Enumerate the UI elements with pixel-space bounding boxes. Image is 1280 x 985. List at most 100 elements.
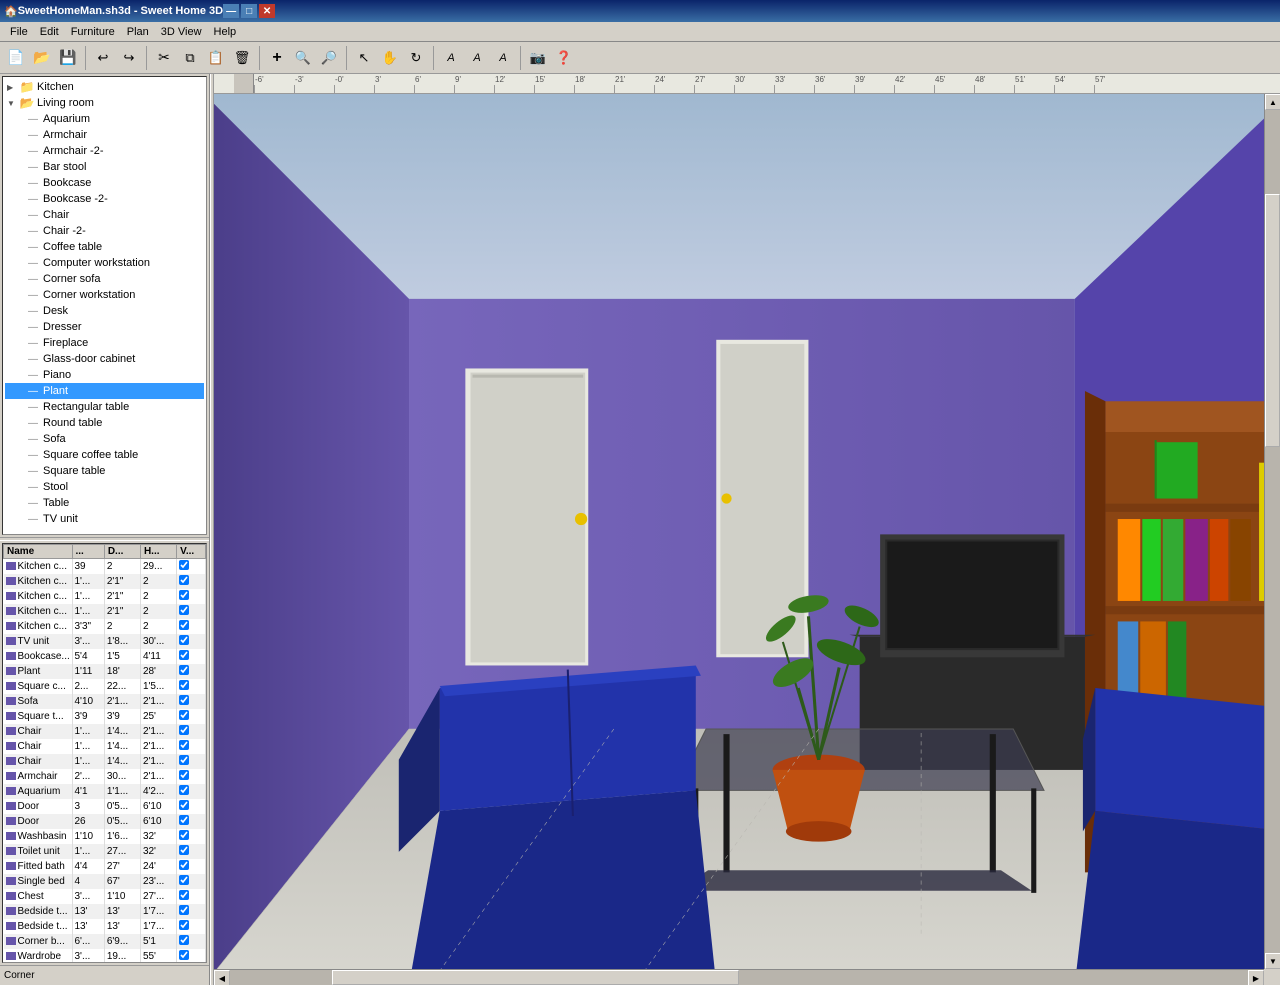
- menu-edit[interactable]: Edit: [34, 24, 65, 40]
- tree-item-dresser[interactable]: — Dresser: [5, 319, 204, 335]
- furniture-table[interactable]: Name ... D... H... V... Kitchen c...3922…: [2, 543, 207, 963]
- table-row[interactable]: Square c...2...22...1'5...: [4, 679, 206, 694]
- col-header-name[interactable]: Name: [4, 545, 73, 559]
- table-row[interactable]: Bookcase...5'41'54'11: [4, 649, 206, 664]
- tree-item-living-room[interactable]: ▼ 📂 Living room: [5, 95, 204, 111]
- col-header-height[interactable]: H...: [140, 545, 176, 559]
- close-button[interactable]: ✕: [259, 4, 275, 18]
- visible-checkbox[interactable]: [179, 815, 189, 825]
- toolbar-redo[interactable]: ↪: [117, 46, 141, 70]
- toolbar-copy[interactable]: ⧉: [178, 46, 202, 70]
- maximize-button[interactable]: □: [241, 4, 257, 18]
- toolbar-rotate[interactable]: ↻: [404, 46, 428, 70]
- tree-item-aquarium[interactable]: — Aquarium: [5, 111, 204, 127]
- visible-checkbox[interactable]: [179, 560, 189, 570]
- table-row[interactable]: Sofa4'102'1...2'1...: [4, 694, 206, 709]
- visible-checkbox[interactable]: [179, 695, 189, 705]
- visible-checkbox[interactable]: [179, 950, 189, 960]
- table-row[interactable]: Door30'5...6'10: [4, 799, 206, 814]
- tree-item-coffeetable[interactable]: — Coffee table: [5, 239, 204, 255]
- table-row[interactable]: Chair1'...1'4...2'1...: [4, 754, 206, 769]
- table-row[interactable]: Kitchen c...1'...2'1"2: [4, 574, 206, 589]
- visible-checkbox[interactable]: [179, 740, 189, 750]
- visible-checkbox[interactable]: [179, 875, 189, 885]
- visible-checkbox[interactable]: [179, 755, 189, 765]
- visible-checkbox[interactable]: [179, 725, 189, 735]
- table-row[interactable]: Corner b...6'...6'9...5'1: [4, 934, 206, 949]
- tree-item-kitchen[interactable]: ▶ 📁 Kitchen: [5, 79, 204, 95]
- visible-checkbox[interactable]: [179, 800, 189, 810]
- table-row[interactable]: Chair1'...1'4...2'1...: [4, 739, 206, 754]
- table-row[interactable]: Kitchen c...1'...2'1"2: [4, 589, 206, 604]
- scroll-thumb-v[interactable]: [1265, 194, 1280, 447]
- visible-checkbox[interactable]: [179, 890, 189, 900]
- table-row[interactable]: Armchair2'...30...2'1...: [4, 769, 206, 784]
- tree-item-armchair2[interactable]: — Armchair -2-: [5, 143, 204, 159]
- table-row[interactable]: Bedside t...13'13'1'7...: [4, 904, 206, 919]
- 3d-view[interactable]: ▲ ▼ ◀ ▶: [214, 94, 1280, 985]
- table-row[interactable]: Kitchen c...39229...: [4, 559, 206, 574]
- visible-checkbox[interactable]: [179, 575, 189, 585]
- visible-checkbox[interactable]: [179, 650, 189, 660]
- visible-checkbox[interactable]: [179, 680, 189, 690]
- table-row[interactable]: Kitchen c...1'...2'1"2: [4, 604, 206, 619]
- toolbar-paste[interactable]: 📋: [204, 46, 228, 70]
- toolbar-save[interactable]: 💾: [56, 46, 80, 70]
- visible-checkbox[interactable]: [179, 830, 189, 840]
- visible-checkbox[interactable]: [179, 935, 189, 945]
- tree-item-cornerworkstation[interactable]: — Corner workstation: [5, 287, 204, 303]
- toolbar-pan[interactable]: ✋: [378, 46, 402, 70]
- vertical-scrollbar[interactable]: ▲ ▼: [1264, 94, 1280, 969]
- visible-checkbox[interactable]: [179, 845, 189, 855]
- table-row[interactable]: Aquarium4'11'1...4'2...: [4, 784, 206, 799]
- menu-file[interactable]: File: [4, 24, 34, 40]
- tree-item-computerworkstation[interactable]: — Computer workstation: [5, 255, 204, 271]
- visible-checkbox[interactable]: [179, 710, 189, 720]
- tree-item-roundtable[interactable]: — Round table: [5, 415, 204, 431]
- table-row[interactable]: Door260'5...6'10: [4, 814, 206, 829]
- menu-furniture[interactable]: Furniture: [65, 24, 121, 40]
- table-row[interactable]: Square t...3'93'925': [4, 709, 206, 724]
- tree-item-squarecoffee[interactable]: — Square coffee table: [5, 447, 204, 463]
- table-row[interactable]: Fitted bath4'427'24': [4, 859, 206, 874]
- col-header-visible[interactable]: V...: [177, 545, 206, 559]
- tree-item-bookcase2[interactable]: — Bookcase -2-: [5, 191, 204, 207]
- tree-item-tvunit[interactable]: — TV unit: [5, 511, 204, 527]
- menu-help[interactable]: Help: [208, 24, 243, 40]
- scroll-track-v[interactable]: [1265, 110, 1280, 953]
- toolbar-undo[interactable]: ↩: [91, 46, 115, 70]
- tree-item-recttable[interactable]: — Rectangular table: [5, 399, 204, 415]
- visible-checkbox[interactable]: [179, 785, 189, 795]
- toolbar-zoom-in[interactable]: 🔍: [291, 46, 315, 70]
- scroll-thumb-h[interactable]: [332, 970, 739, 985]
- tree-item-chair2[interactable]: — Chair -2-: [5, 223, 204, 239]
- horizontal-scrollbar[interactable]: ◀ ▶: [214, 969, 1264, 985]
- minimize-button[interactable]: —: [223, 4, 239, 18]
- toolbar-label2[interactable]: A: [465, 46, 489, 70]
- tree-item-table[interactable]: — Table: [5, 495, 204, 511]
- tree-item-fireplace[interactable]: — Fireplace: [5, 335, 204, 351]
- visible-checkbox[interactable]: [179, 635, 189, 645]
- toolbar-camera[interactable]: 📷: [526, 46, 550, 70]
- visible-checkbox[interactable]: [179, 920, 189, 930]
- table-row[interactable]: Chest3'...1'1027'...: [4, 889, 206, 904]
- visible-checkbox[interactable]: [179, 905, 189, 915]
- toolbar-open[interactable]: 📂: [30, 46, 54, 70]
- visible-checkbox[interactable]: [179, 665, 189, 675]
- tree-item-glassdoor[interactable]: — Glass-door cabinet: [5, 351, 204, 367]
- scroll-left-button[interactable]: ◀: [214, 970, 230, 985]
- tree-item-armchair[interactable]: — Armchair: [5, 127, 204, 143]
- tree-item-sofa[interactable]: — Sofa: [5, 431, 204, 447]
- table-row[interactable]: Wardrobe3'...19...55': [4, 949, 206, 964]
- furniture-tree[interactable]: ▶ 📁 Kitchen ▼ 📂 Living room — Aquarium —…: [2, 76, 207, 535]
- visible-checkbox[interactable]: [179, 605, 189, 615]
- scroll-track-h[interactable]: [230, 970, 1248, 985]
- table-row[interactable]: Kitchen c...3'3"22: [4, 619, 206, 634]
- col-header-width[interactable]: ...: [72, 545, 104, 559]
- col-header-depth[interactable]: D...: [104, 545, 140, 559]
- toolbar-label3[interactable]: A: [491, 46, 515, 70]
- toolbar-zoom-out[interactable]: 🔍: [317, 46, 341, 70]
- tree-item-plant[interactable]: — Plant: [5, 383, 204, 399]
- scroll-up-button[interactable]: ▲: [1265, 94, 1280, 110]
- tree-item-barstool[interactable]: — Bar stool: [5, 159, 204, 175]
